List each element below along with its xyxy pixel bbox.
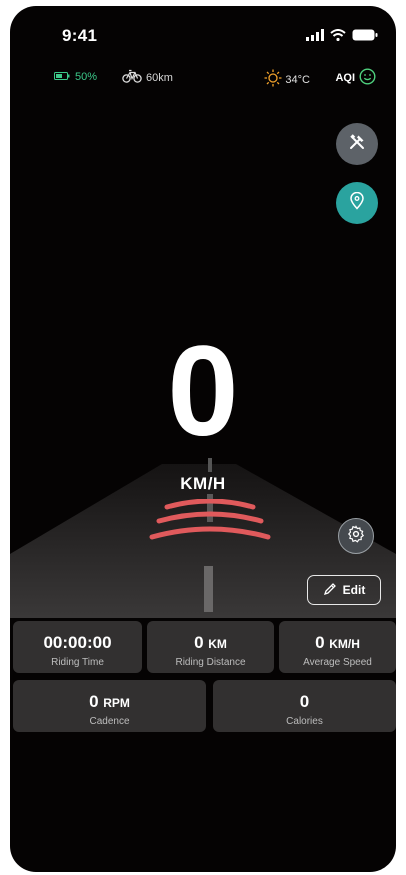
tools-icon: [348, 133, 366, 156]
battery-level-icon: [54, 71, 70, 83]
info-bar: 50% 60km 34°C AQI: [10, 66, 396, 88]
temperature: 34°C: [285, 73, 310, 86]
average-speed-card[interactable]: 0 KM/H Average Speed: [279, 621, 396, 673]
edit-button[interactable]: Edit: [307, 575, 381, 605]
stat-value: 0 RPM: [89, 692, 130, 711]
stat-label: Riding Time: [51, 657, 104, 668]
smiley-icon: [359, 68, 376, 88]
pen-icon: [323, 582, 337, 599]
gear-icon: [347, 524, 365, 548]
speed-unit: KM/H: [180, 474, 226, 493]
range-status: 60km: [122, 69, 173, 86]
battery-percent: 50%: [75, 71, 98, 83]
location-button[interactable]: [336, 182, 378, 224]
range-value: 60km: [146, 71, 173, 84]
aqi-label: AQI: [335, 72, 355, 84]
bike-icon: [122, 69, 142, 86]
settings-button[interactable]: [338, 518, 374, 554]
status-time: 9:41: [62, 26, 98, 45]
cadence-card[interactable]: 0 RPM Cadence: [13, 680, 206, 732]
riding-time-card[interactable]: 00:00:00 Riding Time: [13, 621, 142, 673]
stat-label: Cadence: [89, 716, 130, 727]
battery-status: 50%: [54, 71, 97, 83]
stat-label: Calories: [286, 716, 323, 727]
signal-icon: [306, 28, 324, 46]
wifi-icon: [330, 28, 346, 46]
tools-button[interactable]: [336, 123, 378, 165]
stat-value: 0: [299, 692, 310, 711]
radar-waves-icon: [149, 499, 271, 540]
stat-value: 0 KM: [194, 633, 227, 652]
stat-label: Average Speed: [303, 657, 372, 668]
riding-distance-card[interactable]: 0 KM Riding Distance: [147, 621, 274, 673]
status-icons: [306, 28, 378, 46]
location-icon: [349, 191, 365, 215]
sun-icon: [264, 69, 282, 90]
battery-icon: [352, 28, 378, 46]
weather-status: 34°C: [264, 69, 310, 90]
aqi-status[interactable]: AQI: [335, 68, 376, 88]
stat-value: 00:00:00: [43, 633, 112, 652]
status-bar: 9:41: [10, 6, 396, 62]
stat-value: 0 KM/H: [315, 633, 360, 652]
speed-value: 0: [167, 320, 239, 463]
calories-card[interactable]: 0 Calories: [213, 680, 396, 732]
phone-screen: 9:41 50% 60km 34°C AQI 0 KM/H Edit 00:00…: [10, 6, 396, 872]
stat-label: Riding Distance: [175, 657, 246, 668]
edit-label: Edit: [342, 583, 366, 597]
